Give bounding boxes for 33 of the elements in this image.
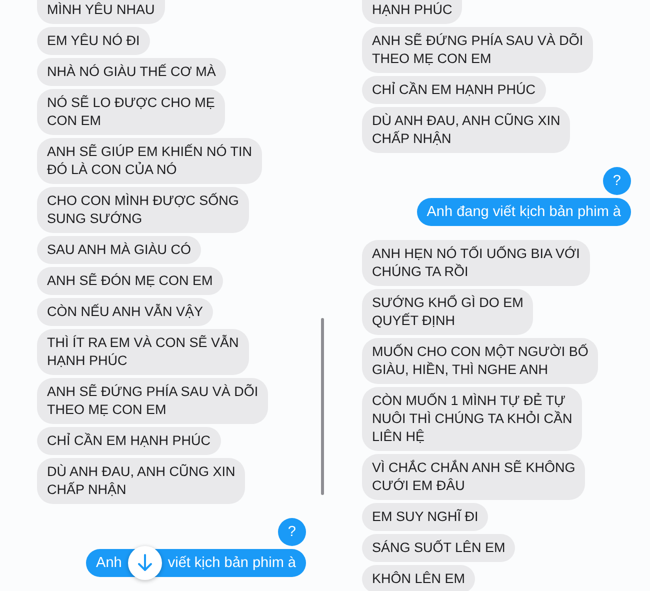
message-bubble: ANH HẸN NÓ TỐI UỐNG BIA VỚI CHÚNG TA RỒI — [362, 240, 590, 286]
message-bubble: ? — [602, 167, 631, 195]
message-bubble: ANH SẼ ĐỨNG PHÍA SAU VÀ DÕI THEO MẸ CON EM — [362, 27, 594, 73]
message-bubble: ? — [278, 518, 306, 546]
message-bubble: SƯỚNG KHỔ GÌ DO EM QUYẾT ĐỊNH — [362, 289, 534, 335]
message-bubble: ANH SẼ GIÚP EM KHIẾN NÓ TIN ĐÓ LÀ CON CỦA NÓ — [37, 138, 262, 184]
message-bubble: CHỈ CẦN EM HẠNH PHÚC — [37, 427, 221, 455]
message-bubble: MUỐN CHO CON MỘT NGƯỜI BỐ GIÀU, HIỀN, THÌ NGHE ANH — [362, 338, 598, 384]
message-bubble: NHÀ NÓ GIÀU THẾ CƠ MÀ — [37, 58, 226, 86]
message-bubble: VÌ CHẮC CHẮN ANH SẼ KHÔNG CƯỚI EM ĐÂU — [362, 454, 586, 500]
message-bubble: EM YÊU NÓ ĐI — [37, 27, 150, 55]
message-bubble: DÙ ANH ĐAU, ANH CŨNG XIN CHẤP NHẬN — [37, 458, 246, 504]
message-bubble: CHO CON MÌNH ĐƯỢC SỐNG SUNG SƯỚNG — [37, 187, 249, 233]
message-bubble: EM SUY NGHĨ ĐI — [362, 503, 488, 531]
message-bubble: CÒN NẾU ANH VẪN VẬY — [37, 298, 214, 326]
message-bubble: SAU ANH MÀ GIÀU CÓ — [37, 236, 202, 264]
message-text: viết kịch bản phim à — [168, 554, 296, 572]
message-bubble: NÓ SẼ LO ĐƯỢC CHO MẸ CON EM — [37, 89, 225, 135]
message-bubble: MÌNH YÊU NHAU — [37, 0, 165, 24]
message-text: Anh — [96, 554, 122, 572]
down-arrow-icon — [136, 554, 153, 572]
scrollbar[interactable] — [321, 318, 324, 495]
message-bubble: CÒN MUỐN 1 MÌNH TỰ ĐẺ TỰ NUÔI THÌ CHÚNG TA KHỎI CẦN LIÊN HỆ — [362, 387, 582, 451]
message-bubble: DÙ ANH ĐAU, ANH CŨNG XIN CHẤP NHẬN — [362, 107, 570, 153]
message-bubble: CHỈ CẦN EM HẠNH PHÚC — [362, 76, 546, 104]
message-bubble: THÌ ÍT RA EM VÀ CON SẼ VẪN HẠNH PHÚC — [37, 329, 249, 375]
message-bubble: HẠNH PHÚC — [362, 0, 462, 24]
message-bubble: ANH SẼ ĐỨNG PHÍA SAU VÀ DÕI THEO MẸ CON EM — [37, 378, 268, 424]
message-bubble: Anh đang viết kịch bản phim à — [416, 198, 631, 226]
scroll-down-button[interactable] — [128, 546, 162, 580]
message-bubble: ANH SẼ ĐÓN MẸ CON EM — [37, 267, 223, 295]
message-bubble: SÁNG SUỐT LÊN EM — [362, 534, 516, 562]
message-bubble: KHÔN LÊN EM — [362, 565, 476, 591]
